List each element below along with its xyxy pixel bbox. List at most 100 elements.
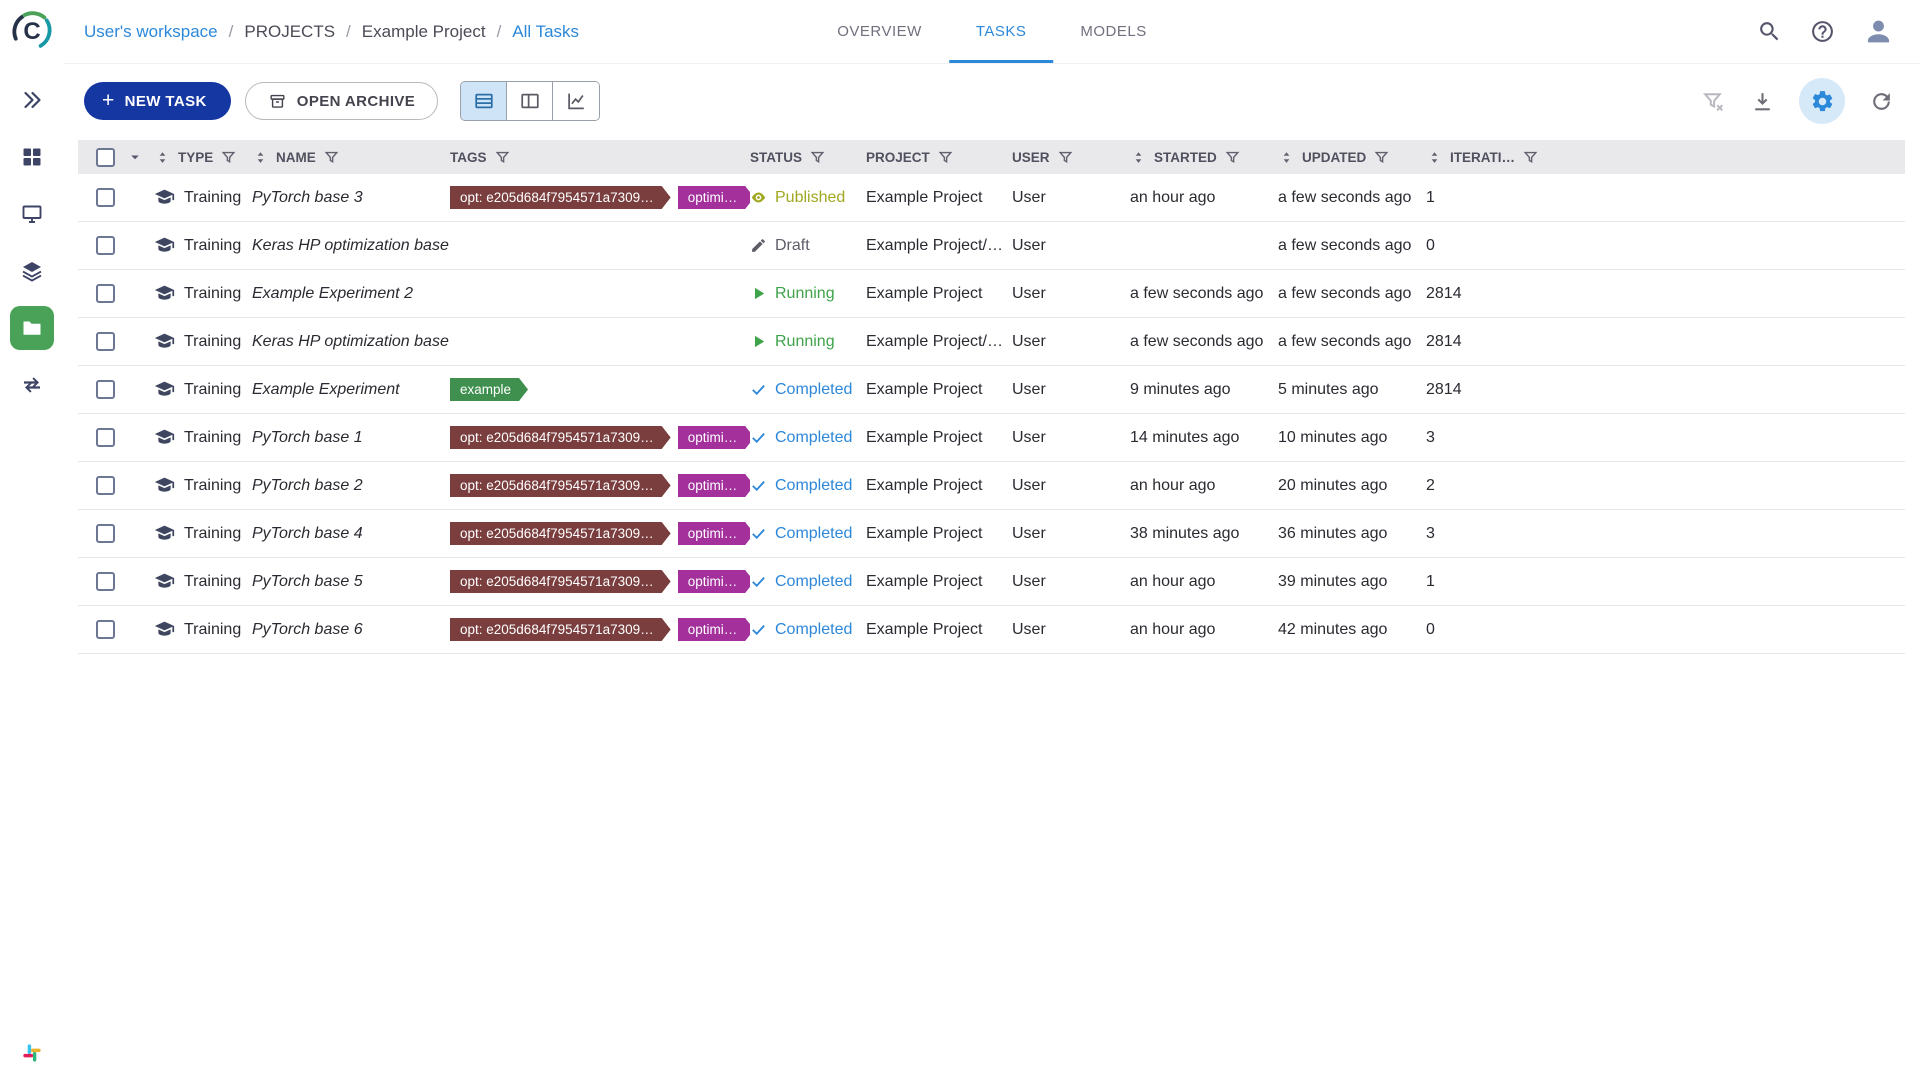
tag[interactable]: opt: e205d684f7954571a7309… [450,186,671,209]
table-row[interactable]: Training PyTorch base 5 opt: e205d684f7954… [78,558,1905,606]
filter-icon[interactable] [323,149,340,166]
tab-models[interactable]: MODELS [1053,0,1173,63]
tag[interactable]: optimi… [678,618,750,641]
breadcrumb-item[interactable]: User's workspace [84,22,218,42]
column-header-tags[interactable]: TAGS [450,149,750,166]
column-header-started[interactable]: STARTED [1130,149,1278,166]
row-name[interactable]: PyTorch base 2 [252,477,450,495]
sidebar-item-dashboard[interactable] [10,135,54,179]
table-row[interactable]: Training PyTorch base 3 opt: e205d684f7954… [78,174,1905,222]
row-name[interactable]: PyTorch base 3 [252,189,450,207]
row-checkbox[interactable] [96,236,115,255]
search-button[interactable] [1757,19,1782,44]
filter-icon[interactable] [809,149,826,166]
row-name[interactable]: Example Experiment [252,381,450,399]
training-type-icon [154,331,175,352]
row-checkbox-cell [78,476,126,495]
tag[interactable]: opt: e205d684f7954571a7309… [450,522,671,545]
select-menu-caret[interactable] [126,148,154,166]
table-view-button[interactable] [461,82,508,120]
row-checkbox[interactable] [96,572,115,591]
table-row[interactable]: Training PyTorch base 6 opt: e205d684f7954… [78,606,1905,654]
sidebar-item-expand[interactable] [10,78,54,122]
sort-icon[interactable] [1130,149,1147,166]
table-row[interactable]: Training PyTorch base 1 opt: e205d684f7954… [78,414,1905,462]
tag[interactable]: optimi… [678,474,750,497]
table-row[interactable]: Training PyTorch base 4 opt: e205d684f7954… [78,510,1905,558]
tag[interactable]: opt: e205d684f7954571a7309… [450,474,671,497]
settings-button[interactable] [1799,78,1845,124]
split-view-button[interactable] [507,82,554,120]
row-name[interactable]: PyTorch base 6 [252,621,450,639]
chart-view-button[interactable] [553,82,600,120]
column-header-type[interactable]: TYPE [154,149,252,166]
column-header-status[interactable]: STATUS [750,149,866,166]
row-name[interactable]: PyTorch base 5 [252,573,450,591]
sidebar-item-workers[interactable] [10,192,54,236]
row-name[interactable]: Keras HP optimization base [252,333,450,351]
breadcrumb-item[interactable]: All Tasks [512,22,579,42]
sort-icon[interactable] [1278,149,1295,166]
help-button[interactable] [1810,19,1835,44]
filter-icon[interactable] [1522,149,1539,166]
table-row[interactable]: Training Example Experiment 2 Running Examp… [78,270,1905,318]
row-checkbox[interactable] [96,380,115,399]
training-type-icon [154,187,175,208]
clearml-logo[interactable]: C [9,8,55,54]
sidebar-item-datasets[interactable] [10,249,54,293]
filter-icon[interactable] [494,149,511,166]
open-archive-button[interactable]: OPEN ARCHIVE [244,82,439,120]
sort-icon[interactable] [252,149,269,166]
auto-refresh-button[interactable] [1869,89,1894,114]
tab-overview[interactable]: OVERVIEW [810,0,949,63]
select-all-checkbox[interactable] [96,147,115,167]
clear-filters-button[interactable] [1701,89,1726,114]
column-header-updated[interactable]: UPDATED [1278,149,1426,166]
column-header-iter[interactable]: ITERATI… [1426,149,1546,166]
row-name[interactable]: Example Experiment 2 [252,285,450,303]
filter-icon[interactable] [220,149,237,166]
new-task-button[interactable]: + NEW TASK [84,82,231,120]
table-body: Training PyTorch base 3 opt: e205d684f7954… [78,174,1905,654]
tag[interactable]: opt: e205d684f7954571a7309… [450,570,671,593]
filter-icon[interactable] [1224,149,1241,166]
table-row[interactable]: Training Example Experiment example Complet… [78,366,1905,414]
column-header-user[interactable]: USER [1012,149,1130,166]
filter-icon[interactable] [937,149,954,166]
row-type: Training [154,427,252,448]
table-row[interactable]: Training PyTorch base 2 opt: e205d684f7954… [78,462,1905,510]
row-checkbox[interactable] [96,332,115,351]
row-type: Training [154,523,252,544]
row-checkbox[interactable] [96,428,115,447]
sort-icon[interactable] [1426,149,1443,166]
row-checkbox[interactable] [96,188,115,207]
profile-button[interactable] [1863,16,1894,47]
tag[interactable]: optimi… [678,522,750,545]
tag[interactable]: optimi… [678,426,750,449]
sidebar-item-projects[interactable] [10,306,54,350]
row-name[interactable]: Keras HP optimization base [252,237,450,255]
tag[interactable]: opt: e205d684f7954571a7309… [450,426,671,449]
tag[interactable]: opt: e205d684f7954571a7309… [450,618,671,641]
column-header-name[interactable]: NAME [252,149,450,166]
filter-icon[interactable] [1057,149,1074,166]
tag[interactable]: optimi… [678,186,750,209]
row-name[interactable]: PyTorch base 1 [252,429,450,447]
table-row[interactable]: Training Keras HP optimization base Draft E… [78,222,1905,270]
row-checkbox[interactable] [96,524,115,543]
sort-icon[interactable] [154,149,171,166]
filter-icon[interactable] [1373,149,1390,166]
row-name[interactable]: PyTorch base 4 [252,525,450,543]
row-checkbox[interactable] [96,284,115,303]
tag[interactable]: optimi… [678,570,750,593]
row-checkbox[interactable] [96,620,115,639]
tab-tasks[interactable]: TASKS [948,0,1054,63]
row-checkbox[interactable] [96,476,115,495]
column-header-project[interactable]: PROJECT [866,149,1012,166]
sidebar-item-pipelines[interactable] [10,363,54,407]
download-button[interactable] [1750,89,1775,114]
slack-button[interactable] [19,1040,45,1066]
tag[interactable]: example [450,378,528,401]
table-row[interactable]: Training Keras HP optimization base Runnin… [78,318,1905,366]
toolbar-right-actions [1701,78,1894,124]
